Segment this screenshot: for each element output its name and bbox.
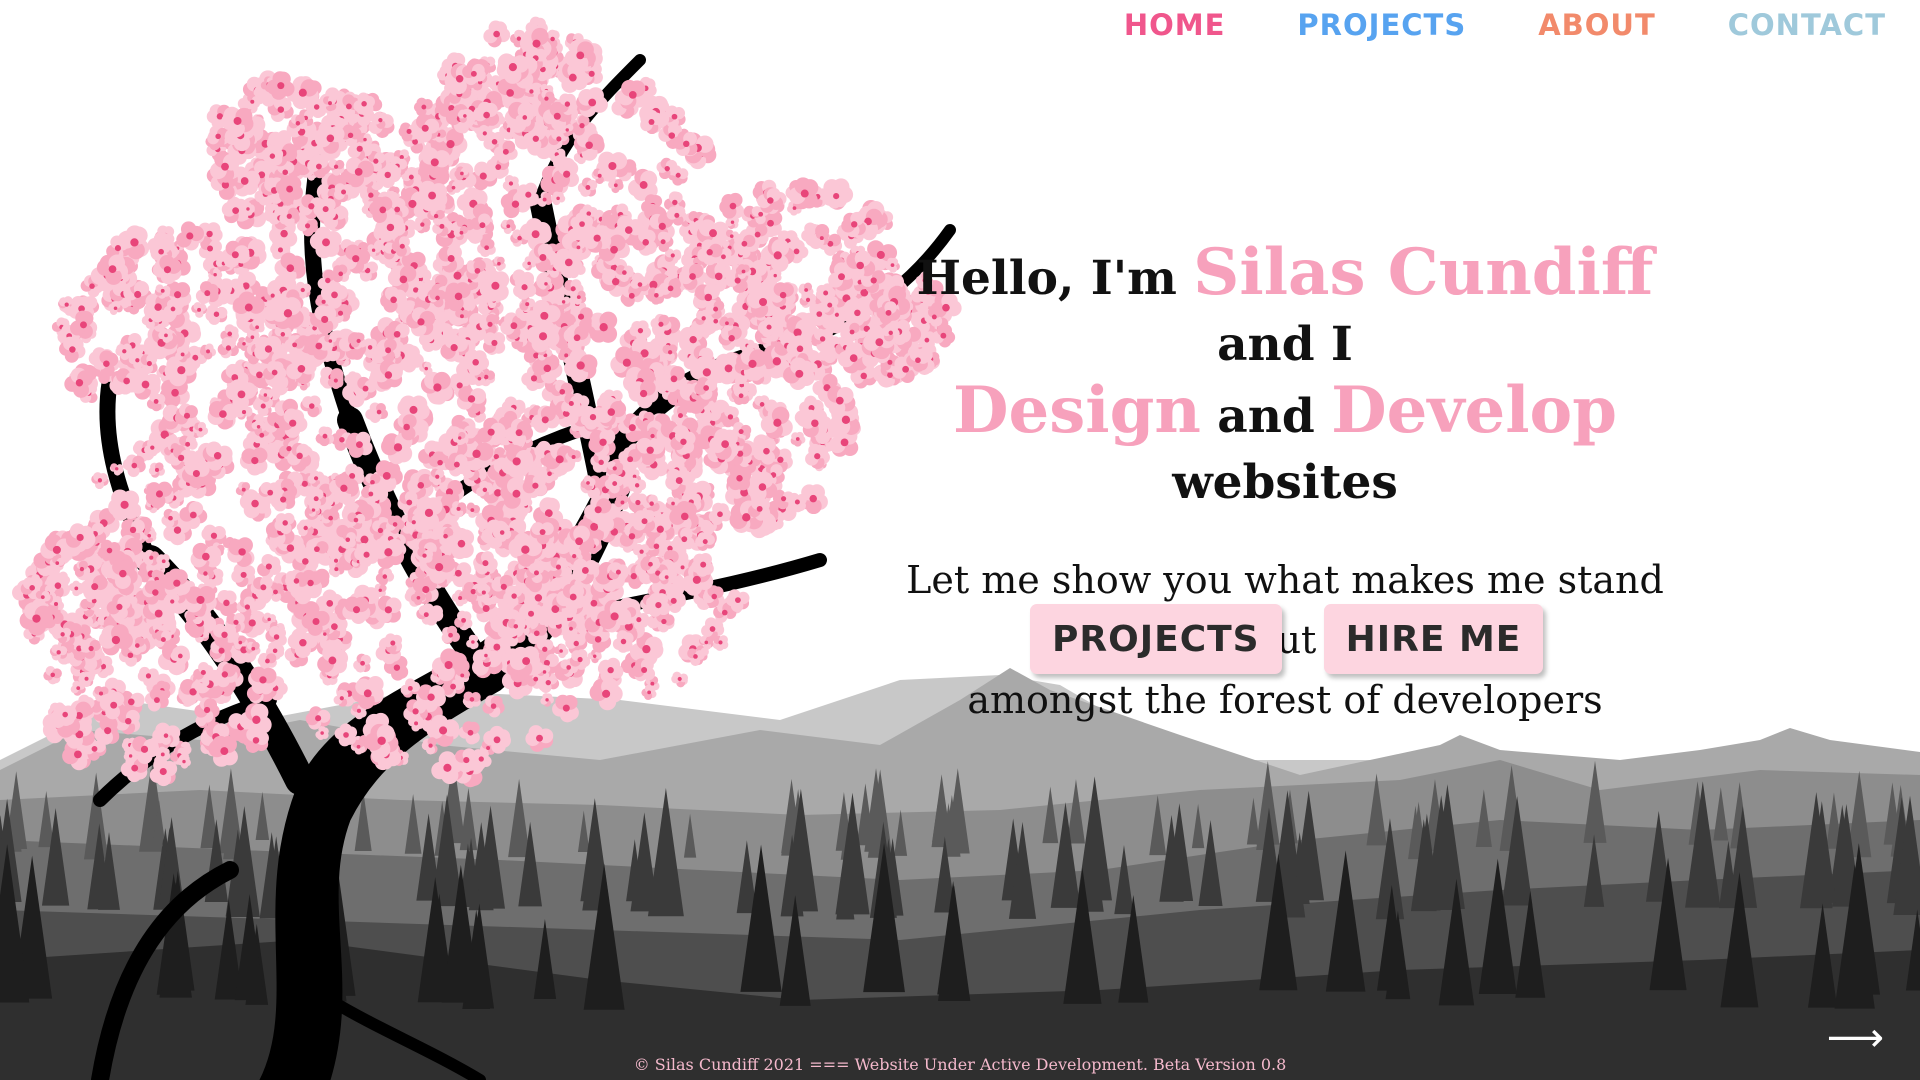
tagline-line-2: amongst the forest of developers xyxy=(967,678,1603,722)
nav-home-link[interactable]: HOME xyxy=(1124,8,1226,42)
arrow-right-icon[interactable]: ⟶ xyxy=(1827,1018,1884,1058)
nav-projects-link[interactable]: PROJECTS xyxy=(1297,8,1466,42)
headline-and: and xyxy=(1200,389,1332,444)
name-highlight: Silas Cundiff xyxy=(1193,235,1654,310)
main-nav: HOME PROJECTS ABOUT CONTACT xyxy=(1124,8,1886,42)
cherry-blossoms xyxy=(12,16,962,788)
nav-about-link[interactable]: ABOUT xyxy=(1538,8,1656,42)
hire-me-button[interactable]: HIRE ME xyxy=(1323,604,1544,674)
cta-buttons: PROJECTS HIRE ME xyxy=(1030,604,1544,674)
headline-websites: websites xyxy=(1172,455,1398,510)
nav-contact-link[interactable]: CONTACT xyxy=(1728,8,1886,42)
footer-text: © Silas Cundiff 2021 === Website Under A… xyxy=(633,1055,1287,1074)
hero-headline: Hello, I'm Silas Cundiff and I Design an… xyxy=(880,240,1690,516)
develop-highlight: Develop xyxy=(1331,373,1617,448)
landing-page: HOME PROJECTS ABOUT CONTACT Hello, I'm S… xyxy=(0,0,1920,1080)
headline-intro: Hello, I'm xyxy=(916,251,1194,306)
headline-intro-end: and I xyxy=(1217,317,1353,372)
design-highlight: Design xyxy=(953,373,1201,448)
projects-button[interactable]: PROJECTS xyxy=(1030,604,1282,674)
